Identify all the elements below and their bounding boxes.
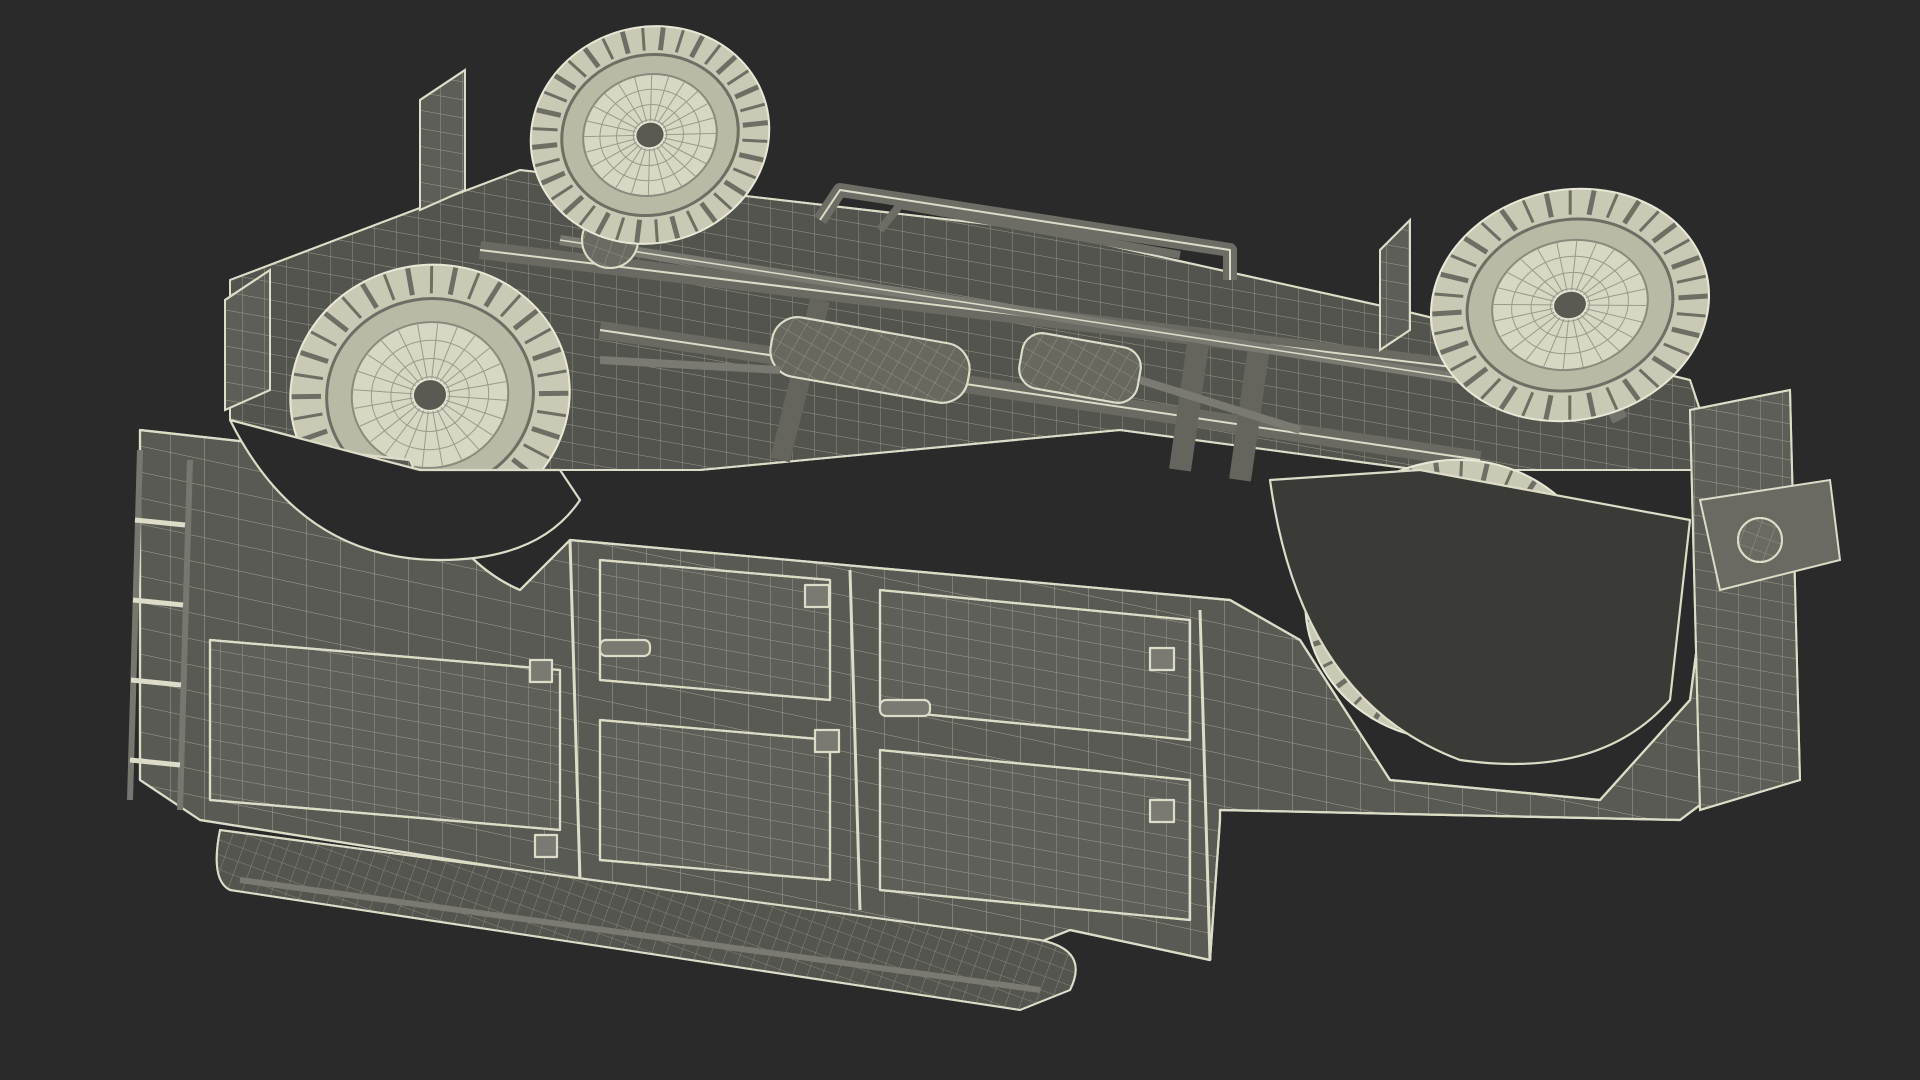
render-viewport bbox=[0, 0, 1920, 1080]
wireframe-vehicle-render bbox=[0, 0, 1920, 1080]
